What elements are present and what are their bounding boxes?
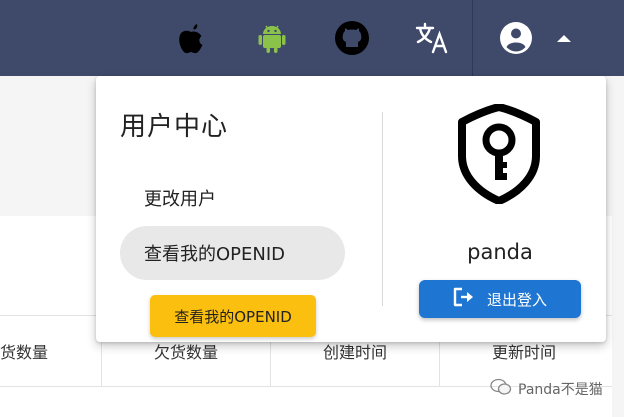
logout-icon: [453, 287, 475, 311]
apple-icon[interactable]: [171, 18, 211, 58]
menu-item-change-user[interactable]: 更改用户: [120, 171, 345, 225]
top-app-bar: [0, 0, 624, 76]
github-icon[interactable]: [332, 18, 372, 58]
menu-item-view-openid[interactable]: 查看我的OPENID: [120, 226, 345, 280]
logout-button[interactable]: 退出登入: [419, 280, 581, 318]
watermark-text: Panda不是猫: [518, 382, 603, 398]
caret-up-icon[interactable]: [544, 18, 584, 58]
account-icon[interactable]: [496, 18, 536, 58]
translate-icon[interactable]: [412, 18, 452, 58]
card-divider: [382, 112, 383, 306]
key-shield-logo-icon: [452, 103, 546, 205]
user-center-title: 用户中心: [120, 112, 229, 142]
wechat-icon: [490, 378, 512, 400]
username-label: panda: [467, 240, 533, 264]
watermark: Panda不是猫: [490, 378, 603, 400]
android-icon[interactable]: [252, 18, 292, 58]
logout-button-label: 退出登入: [486, 290, 547, 309]
table-header-stock-count: 货数量: [0, 343, 49, 362]
toolbar-separator: [472, 0, 473, 76]
openid-tooltip: 查看我的OPENID: [150, 295, 316, 337]
